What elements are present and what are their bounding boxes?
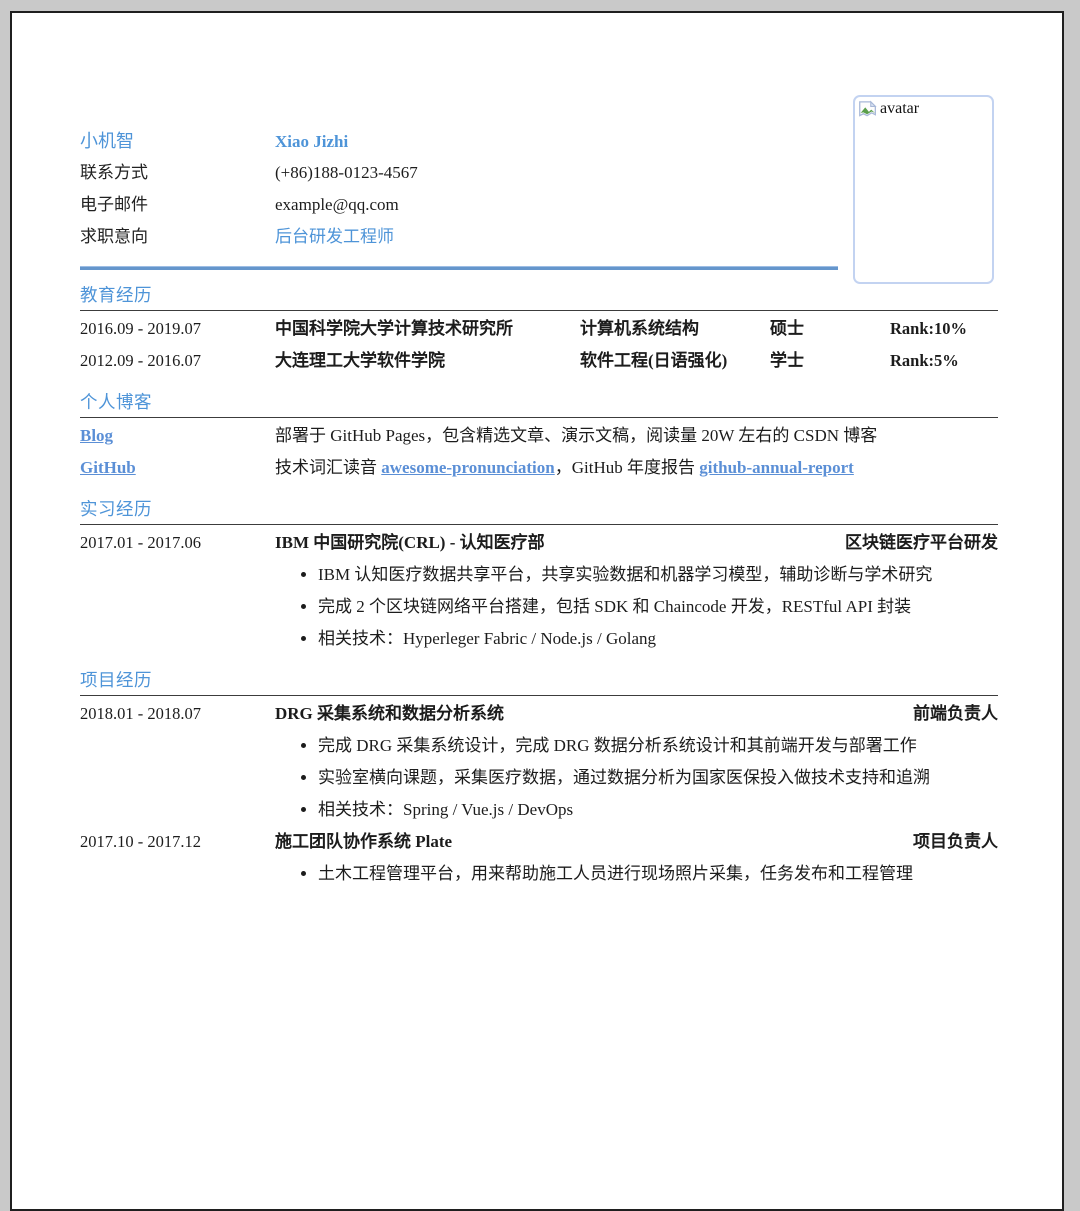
bullet-item: 土木工程管理平台，用来帮助施工人员进行现场照片采集，任务发布和工程管理 <box>318 858 998 890</box>
project-bullets: 土木工程管理平台，用来帮助施工人员进行现场照片采集，任务发布和工程管理 <box>80 858 998 890</box>
bullet-item: 实验室横向课题，采集医疗数据，通过数据分析为国家医保投入做技术支持和追溯 <box>318 762 998 794</box>
name-cn: 小机智 <box>80 131 134 151</box>
section-title-projects: 项目经历 <box>80 670 152 690</box>
edu-degree: 硕士 <box>770 319 804 338</box>
project-item-header: 2017.10 - 2017.12 施工团队协作系统 Plate 项目负责人 <box>80 826 998 858</box>
bullet-item: 完成 DRG 采集系统设计，完成 DRG 数据分析系统设计和其前端开发与部署工作 <box>318 730 998 762</box>
phone-number: (+86)188-0123-4567 <box>275 163 418 182</box>
section-rule <box>80 310 998 311</box>
bullet-item: IBM 认知医疗数据共享平台，共享实验数据和机器学习模型，辅助诊断与学术研究 <box>318 559 998 591</box>
github-text-a: 技术词汇读音 <box>275 458 382 477</box>
blog-link[interactable]: Blog <box>80 426 113 445</box>
blog-row: Blog 部署于 GitHub Pages，包含精选文章、演示文稿，阅读量 20… <box>80 420 998 452</box>
edu-rank: Rank:10% <box>890 319 968 338</box>
resume-page: avatar 小机智 Xiao Jizhi 联系方式 (+86)188-0123… <box>10 11 1064 1211</box>
project-item-header: 2018.01 - 2018.07 DRG 采集系统和数据分析系统 前端负责人 <box>80 698 998 730</box>
bullet-item: 相关技术：Spring / Vue.js / DevOps <box>318 794 998 826</box>
blog-description: 部署于 GitHub Pages，包含精选文章、演示文稿，阅读量 20W 左右的… <box>275 426 878 445</box>
edu-major: 计算机系统结构 <box>580 319 699 338</box>
edu-rank: Rank:5% <box>890 351 959 370</box>
education-row: 2016.09 - 2019.07 中国科学院大学计算技术研究所 计算机系统结构… <box>80 313 998 345</box>
project-role: 前端负责人 <box>913 704 998 723</box>
awesome-pronunciation-link[interactable]: awesome-pronunciation <box>381 458 554 477</box>
intent-label: 求职意向 <box>80 227 148 246</box>
email-label: 电子邮件 <box>80 195 148 214</box>
internship-date: 2017.01 - 2017.06 <box>80 533 201 552</box>
job-intent: 后台研发工程师 <box>275 227 394 246</box>
edu-date: 2016.09 - 2019.07 <box>80 319 201 338</box>
education-row: 2012.09 - 2016.07 大连理工大学软件学院 软件工程(日语强化) … <box>80 345 998 377</box>
section-rule <box>80 524 998 525</box>
github-description: 技术词汇读音 awesome-pronunciation，GitHub 年度报告… <box>275 452 998 484</box>
avatar: avatar <box>853 95 994 284</box>
edu-school: 大连理工大学软件学院 <box>275 351 445 370</box>
project-bullets: 完成 DRG 采集系统设计，完成 DRG 数据分析系统设计和其前端开发与部署工作… <box>80 730 998 826</box>
section-rule <box>80 695 998 696</box>
section-title-internship: 实习经历 <box>80 499 152 519</box>
github-link[interactable]: GitHub <box>80 458 136 477</box>
project-date: 2018.01 - 2018.07 <box>80 704 201 723</box>
internship-org: IBM 中国研究院(CRL) - 认知医疗部 <box>275 533 545 552</box>
edu-school: 中国科学院大学计算技术研究所 <box>275 319 513 338</box>
section-title-education: 教育经历 <box>80 285 152 305</box>
internship-item-header: 2017.01 - 2017.06 IBM 中国研究院(CRL) - 认知医疗部… <box>80 527 998 559</box>
contact-label: 联系方式 <box>80 163 148 182</box>
email-address: example@qq.com <box>275 195 399 214</box>
broken-image-icon <box>859 100 877 117</box>
github-annual-report-link[interactable]: github-annual-report <box>699 458 854 477</box>
name-en: Xiao Jizhi <box>275 132 349 151</box>
bullet-item: 完成 2 个区块链网络平台搭建，包括 SDK 和 Chaincode 开发，RE… <box>318 591 998 623</box>
edu-degree: 学士 <box>770 351 804 370</box>
project-name: DRG 采集系统和数据分析系统 <box>275 704 505 723</box>
project-date: 2017.10 - 2017.12 <box>80 832 201 851</box>
project-role: 项目负责人 <box>913 832 998 851</box>
blog-row: GitHub 技术词汇读音 awesome-pronunciation，GitH… <box>80 452 998 484</box>
project-name: 施工团队协作系统 Plate <box>275 832 453 851</box>
edu-date: 2012.09 - 2016.07 <box>80 351 201 370</box>
internship-bullets: IBM 认知医疗数据共享平台，共享实验数据和机器学习模型，辅助诊断与学术研究 完… <box>80 559 998 655</box>
edu-major: 软件工程(日语强化) <box>580 351 728 370</box>
section-rule <box>80 417 998 418</box>
internship-role: 区块链医疗平台研发 <box>845 533 998 552</box>
github-text-b: ，GitHub 年度报告 <box>554 458 700 477</box>
section-title-blog: 个人博客 <box>80 392 152 412</box>
header-divider <box>80 266 838 270</box>
avatar-alt-text: avatar <box>880 100 920 117</box>
bullet-item: 相关技术：Hyperleger Fabric / Node.js / Golan… <box>318 623 998 655</box>
